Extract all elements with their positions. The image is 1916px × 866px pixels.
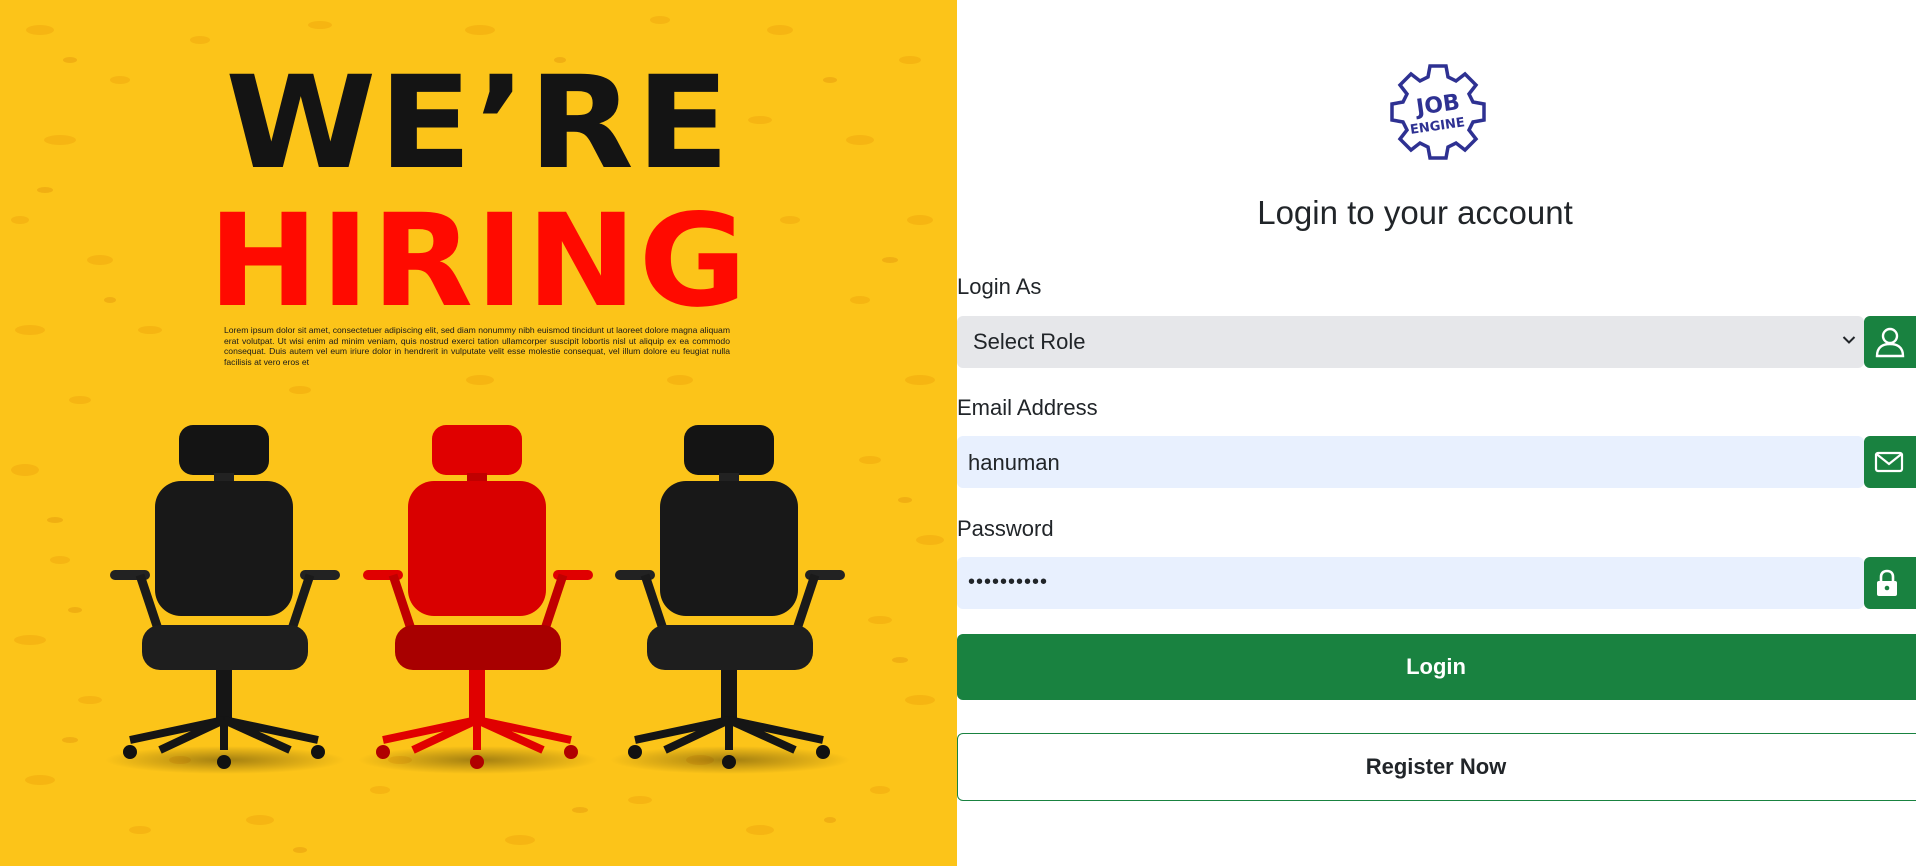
person-icon bbox=[1875, 327, 1905, 358]
register-now-button[interactable]: Register Now bbox=[957, 733, 1916, 801]
role-label: Login As bbox=[957, 274, 1042, 299]
login-button[interactable]: Login bbox=[957, 634, 1916, 700]
role-select-value: Select Role bbox=[973, 329, 1086, 354]
email-field[interactable]: hanuman bbox=[957, 436, 1864, 488]
black-chair-left bbox=[105, 425, 345, 774]
office-chairs-illustration bbox=[105, 425, 850, 774]
poster-body-text: Lorem ipsum dolor sit amet, consectetuer… bbox=[224, 325, 730, 367]
headline-hiring: HIRING bbox=[208, 187, 749, 336]
lock-icon bbox=[1877, 569, 1897, 596]
hiring-poster: WE’RE HIRING Lorem ipsum dolor sit amet,… bbox=[0, 0, 957, 866]
role-addon bbox=[1864, 316, 1916, 368]
headline-were: WE’RE bbox=[225, 49, 732, 198]
email-label: Email Address bbox=[957, 395, 1098, 420]
envelope-icon bbox=[1874, 451, 1904, 473]
role-select[interactable]: Select Role bbox=[957, 316, 1864, 368]
password-addon bbox=[1864, 557, 1916, 609]
login-panel: JOB ENGINE Login to your account Login A… bbox=[957, 0, 1916, 866]
black-chair-right bbox=[610, 425, 850, 774]
password-field[interactable]: •••••••••• bbox=[957, 557, 1864, 609]
email-addon bbox=[1864, 436, 1916, 488]
page-title: Login to your account bbox=[1257, 194, 1573, 231]
job-engine-logo: JOB ENGINE bbox=[1390, 64, 1486, 160]
red-chair-center bbox=[358, 425, 598, 774]
chevron-down-icon bbox=[1842, 336, 1856, 344]
password-label: Password bbox=[957, 516, 1054, 541]
